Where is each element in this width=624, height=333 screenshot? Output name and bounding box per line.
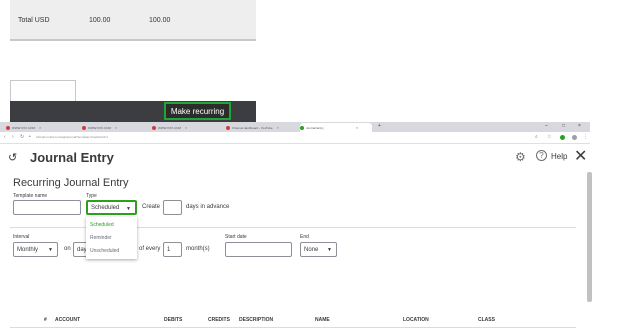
back-icon[interactable]: ‹: [4, 134, 6, 140]
interval-select-value: Monthly: [17, 246, 39, 253]
reload-icon[interactable]: ↻: [20, 134, 24, 140]
months-input[interactable]: 1: [163, 242, 182, 257]
totals-bar: Total USD 100.00 100.00: [10, 0, 256, 39]
browser-tab[interactable]: WWW.XXX.COM ×: [82, 123, 152, 132]
table-divider: [10, 327, 576, 328]
lock-icon: •: [29, 134, 31, 140]
end-select-value: None: [304, 246, 319, 253]
maximize-icon[interactable]: □: [562, 123, 565, 129]
favicon-icon: [226, 125, 230, 130]
months-label: month(s): [186, 246, 210, 252]
caret-down-icon: ▼: [126, 206, 131, 212]
tab-close-icon[interactable]: ×: [356, 125, 358, 130]
favicon-icon: [300, 125, 304, 130]
totals-divider: [10, 39, 256, 41]
end-label: End: [300, 234, 309, 240]
column-header-number: #: [44, 317, 47, 323]
column-header-debits: DEBITS: [164, 317, 183, 323]
help-icon[interactable]: ?: [536, 150, 547, 161]
start-date-label: Start date: [225, 234, 247, 240]
make-recurring-button[interactable]: Make recurring: [164, 102, 231, 120]
end-select[interactable]: None ▼: [300, 242, 337, 257]
favicon-icon: [6, 125, 10, 130]
tab-close-icon[interactable]: ×: [115, 125, 117, 130]
browser-tab-strip: WWW.XXX.COM × WWW.XXX.COM × WWW.XXX.COM × C…: [0, 122, 590, 132]
bookmark-icon[interactable]: ☆: [547, 134, 551, 140]
tab-label: Channel dashboard - YouTube: [232, 125, 273, 130]
column-header-account: ACCOUNT: [55, 317, 80, 323]
menu-icon[interactable]: ⋮: [583, 134, 588, 140]
browser-tab[interactable]: Channel dashboard - YouTube ×: [226, 123, 296, 132]
days-in-advance-label: days in advance: [186, 204, 230, 210]
totals-debits: 100.00: [89, 17, 111, 24]
template-name-label: Template name: [13, 193, 48, 199]
type-select-value: Scheduled: [91, 204, 120, 211]
caret-down-icon: ▼: [48, 247, 53, 253]
menu-item-reminder[interactable]: Reminder: [90, 235, 112, 241]
minimize-icon[interactable]: –: [545, 123, 548, 129]
create-label: Create: [142, 204, 161, 210]
start-date-input[interactable]: [225, 242, 292, 257]
type-select[interactable]: Scheduled ▼: [86, 200, 137, 215]
tab-label: WWW.XXX.COM: [12, 125, 35, 130]
extension-icon[interactable]: [560, 135, 565, 140]
page-title: Journal Entry: [30, 150, 114, 165]
profile-icon[interactable]: [572, 135, 577, 140]
tab-close-icon[interactable]: ×: [185, 125, 187, 130]
url-text[interactable]: c23.qbo.intuit.com/app/journal?template=…: [36, 135, 108, 139]
of-every-label: of every: [139, 246, 161, 252]
interval-select[interactable]: Monthly ▼: [13, 242, 58, 257]
template-name-input[interactable]: [13, 200, 81, 215]
menu-item-unscheduled[interactable]: Unscheduled: [90, 248, 119, 254]
help-label[interactable]: Help: [551, 152, 567, 161]
scrollbar[interactable]: [587, 172, 592, 302]
close-icon[interactable]: ✕: [574, 146, 587, 166]
popover-box: [10, 80, 76, 102]
tab-label: Journal Entry: [306, 125, 324, 130]
history-icon[interactable]: ↺: [8, 151, 17, 164]
address-bar: ‹ › ↻ • c23.qbo.intuit.com/app/journal?t…: [0, 132, 590, 144]
browser-tab-active[interactable]: Journal Entry ×: [300, 123, 372, 132]
browser-tab[interactable]: WWW.XXX.COM ×: [6, 123, 76, 132]
favicon-icon: [82, 125, 86, 130]
browser-tab[interactable]: WWW.XXX.COM ×: [152, 123, 222, 132]
favicon-icon: [152, 125, 156, 130]
menu-item-scheduled[interactable]: Scheduled: [90, 222, 114, 228]
tab-close-icon[interactable]: ×: [277, 125, 279, 130]
table-header: # ACCOUNT DEBITS CREDITS DESCRIPTION NAM…: [10, 313, 576, 327]
search-icon[interactable]: ⌕: [535, 134, 538, 140]
tab-label: WWW.XXX.COM: [88, 125, 111, 130]
tab-label: WWW.XXX.COM: [158, 125, 181, 130]
column-header-class: CLASS: [478, 317, 495, 323]
gear-icon[interactable]: ⚙: [515, 150, 526, 164]
tab-close-icon[interactable]: ×: [39, 125, 41, 130]
column-header-location: LOCATION: [403, 317, 429, 323]
totals-label: Total USD: [18, 17, 50, 24]
create-days-input[interactable]: [163, 200, 182, 215]
interval-label: Interval: [13, 234, 30, 240]
window-close-icon[interactable]: ×: [578, 123, 581, 129]
type-dropdown-menu: Scheduled Reminder Unscheduled: [86, 217, 137, 259]
section-title: Recurring Journal Entry: [13, 177, 129, 189]
column-header-name: NAME: [315, 317, 330, 323]
type-label: Type: [86, 193, 97, 199]
forward-icon[interactable]: ›: [12, 134, 14, 140]
column-header-description: DESCRIPTION: [239, 317, 274, 323]
column-header-credits: CREDITS: [208, 317, 230, 323]
totals-credits: 100.00: [149, 17, 171, 24]
caret-down-icon: ▼: [327, 247, 332, 253]
new-tab-icon[interactable]: +: [378, 123, 381, 129]
on-label: on: [64, 246, 71, 252]
